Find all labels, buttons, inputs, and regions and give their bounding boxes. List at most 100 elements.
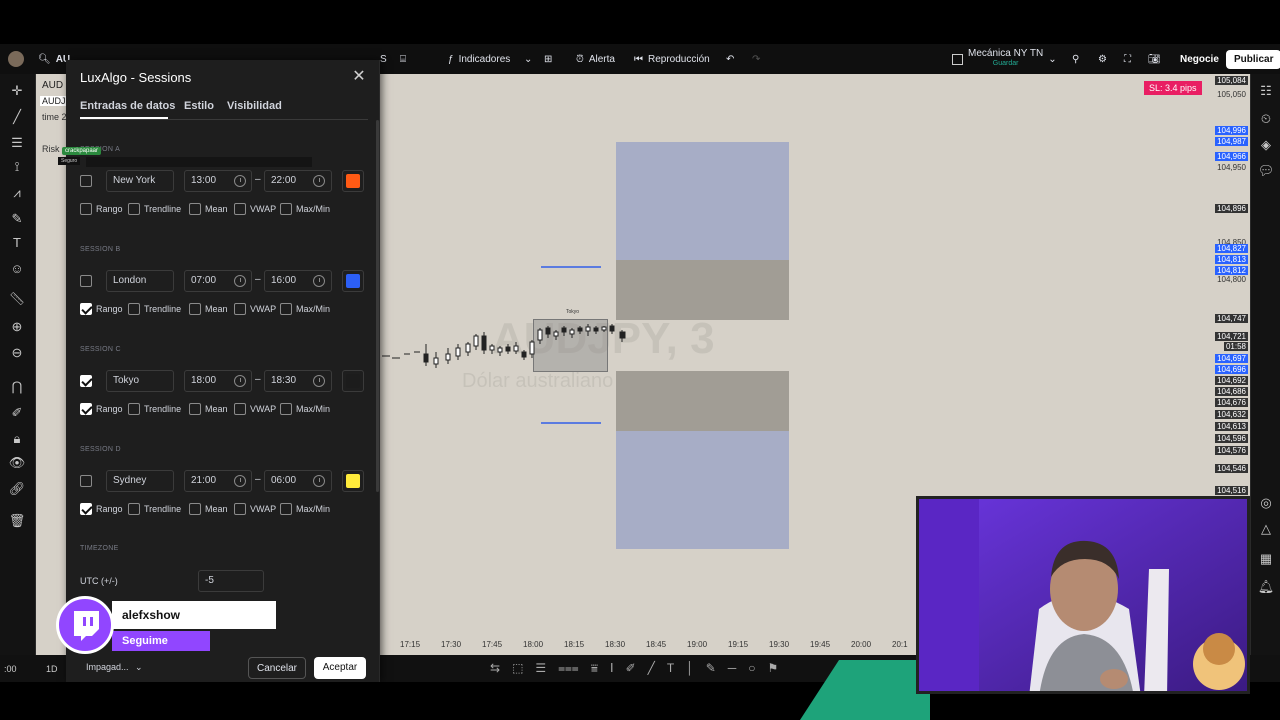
clock-icon[interactable]	[313, 375, 325, 387]
layouts-grid-icon[interactable]: ⊞	[544, 44, 552, 74]
text-cursor-icon[interactable]: Ⅰ	[610, 661, 614, 675]
list-icon[interactable]: ☰	[535, 661, 546, 675]
fib-lines-icon[interactable]: ⩸	[591, 661, 598, 676]
target-icon[interactable]: ◎	[1257, 494, 1275, 512]
lock-icon[interactable]: 🔒︎	[8, 430, 26, 448]
horizontal-lines-icon[interactable]: ☰	[8, 134, 26, 152]
trendline-icon[interactable]: ╱	[8, 108, 26, 126]
eye-icon[interactable]: 👁︎	[8, 454, 26, 472]
clock-icon[interactable]	[313, 275, 325, 287]
line-tool-icon[interactable]: ╱	[648, 661, 655, 675]
option-checkbox-vwap[interactable]	[234, 403, 246, 415]
session-color-picker[interactable]	[342, 170, 364, 192]
session-color-picker[interactable]	[342, 370, 364, 392]
option-checkbox-trendline[interactable]	[128, 203, 140, 215]
clock-icon[interactable]	[234, 475, 246, 487]
alert-button[interactable]: ⏰︎ Alerta	[576, 44, 615, 74]
bell-icon[interactable]: 🔔︎	[1257, 578, 1275, 596]
clock-icon[interactable]	[234, 375, 246, 387]
search-icon-toolbar[interactable]: ⚲	[1072, 44, 1079, 74]
fib-icon[interactable]: ⟟	[8, 158, 26, 176]
option-checkbox-vwap[interactable]	[234, 503, 246, 515]
settings-gear-icon[interactable]: ⚙	[1098, 44, 1107, 74]
session-enable-checkbox[interactable]	[80, 475, 92, 487]
tab-visibility[interactable]: Visibilidad	[227, 100, 282, 112]
ruler-icon[interactable]: 📏︎	[8, 290, 26, 308]
undo-icon[interactable]: ↶	[726, 44, 734, 74]
session-color-picker[interactable]	[342, 470, 364, 492]
session-name-input[interactable]: Sydney	[106, 470, 174, 492]
vertical-line-icon[interactable]: │	[686, 661, 694, 675]
stay-in-drawing-icon[interactable]: ✐	[8, 404, 26, 422]
option-checkbox-trendline[interactable]	[128, 503, 140, 515]
session-name-input[interactable]: London	[106, 270, 174, 292]
trade-button[interactable]: Negocie	[1172, 44, 1227, 74]
option-checkbox-max-min[interactable]	[280, 503, 292, 515]
option-checkbox-mean[interactable]	[189, 203, 201, 215]
option-checkbox-trendline[interactable]	[128, 303, 140, 315]
option-checkbox-rango[interactable]	[80, 303, 92, 315]
session-name-input[interactable]: New York	[106, 170, 174, 192]
indicators-button[interactable]: ƒ Indicadores	[448, 44, 510, 74]
tab-inputs[interactable]: Entradas de datos	[80, 100, 175, 112]
circle-icon[interactable]: ○	[748, 661, 755, 675]
clock-icon[interactable]	[234, 275, 246, 287]
session-name-input[interactable]: Tokyo	[106, 370, 174, 392]
emoji-icon[interactable]: ☺	[8, 260, 26, 278]
cursor-arrows-icon[interactable]: ⇆	[490, 661, 500, 675]
publish-button[interactable]: Publicar	[1226, 44, 1280, 74]
avatar[interactable]	[8, 51, 24, 67]
flag-icon[interactable]: ⚑	[768, 661, 779, 675]
option-checkbox-max-min[interactable]	[280, 203, 292, 215]
range-1d-button[interactable]: 1D	[46, 664, 58, 674]
fullscreen-icon[interactable]: ⛶	[1124, 44, 1131, 74]
lines-icon[interactable]: ⩶	[558, 661, 579, 676]
chat-icon[interactable]: 💬︎	[1257, 162, 1275, 180]
option-checkbox-rango[interactable]	[80, 203, 92, 215]
clock-icon[interactable]	[313, 175, 325, 187]
user-avatar[interactable]	[8, 44, 24, 74]
indicators-dropdown-icon[interactable]: ⌄	[524, 44, 532, 74]
cancel-button[interactable]: Cancelar	[248, 657, 306, 679]
redo-icon[interactable]: ↷	[752, 44, 760, 74]
session-enable-checkbox[interactable]	[80, 375, 92, 387]
calendar-icon[interactable]: ▦	[1257, 550, 1275, 568]
option-checkbox-trendline[interactable]	[128, 403, 140, 415]
candle-type-icon[interactable]: ⌸	[400, 44, 406, 74]
option-checkbox-mean[interactable]	[189, 403, 201, 415]
magnet-icon[interactable]: ⋂	[8, 378, 26, 396]
pen-icon[interactable]: ✐	[626, 661, 636, 675]
option-checkbox-rango[interactable]	[80, 403, 92, 415]
text-icon[interactable]: T	[667, 661, 674, 675]
brush-tool-icon[interactable]: ✎	[706, 661, 716, 675]
defaults-select[interactable]: Impagad... ⌄	[80, 656, 146, 678]
option-checkbox-vwap[interactable]	[234, 203, 246, 215]
link-icon[interactable]: 🔗︎	[8, 480, 26, 498]
camera-icon[interactable]: 📷︎	[1148, 44, 1161, 74]
clock-icon[interactable]	[313, 475, 325, 487]
alerts-clock-icon[interactable]: ⏲︎	[1257, 110, 1275, 128]
tab-style[interactable]: Estilo	[184, 100, 214, 112]
zoom-in-icon[interactable]: ⊕	[8, 318, 26, 336]
utc-offset-input[interactable]: -5	[198, 570, 264, 592]
triangle-icon[interactable]: △	[1257, 520, 1275, 538]
option-checkbox-rango[interactable]	[80, 503, 92, 515]
replay-button[interactable]: ⏮︎ Reproducción	[634, 44, 710, 74]
session-enable-checkbox[interactable]	[80, 275, 92, 287]
option-checkbox-mean[interactable]	[189, 503, 201, 515]
watchlist-icon[interactable]: ☷	[1257, 82, 1275, 100]
zoom-out-icon[interactable]: ⊖	[8, 344, 26, 362]
trash-icon[interactable]: 🗑︎	[8, 512, 26, 530]
option-checkbox-max-min[interactable]	[280, 403, 292, 415]
option-checkbox-vwap[interactable]	[234, 303, 246, 315]
accept-button[interactable]: Aceptar	[314, 657, 366, 679]
session-enable-checkbox[interactable]	[80, 175, 92, 187]
interval-button[interactable]: S	[380, 44, 387, 74]
session-color-picker[interactable]	[342, 270, 364, 292]
dialog-scrollbar[interactable]	[376, 120, 379, 492]
crosshair-icon[interactable]: ✛	[8, 82, 26, 100]
close-icon[interactable]: ✕	[350, 68, 368, 86]
horizontal-line-icon[interactable]: ─	[728, 661, 737, 675]
layers-icon[interactable]: ◈	[1257, 136, 1275, 154]
layout-name-button[interactable]: Mecánica NY TN Guardar ⌄	[952, 44, 1057, 74]
